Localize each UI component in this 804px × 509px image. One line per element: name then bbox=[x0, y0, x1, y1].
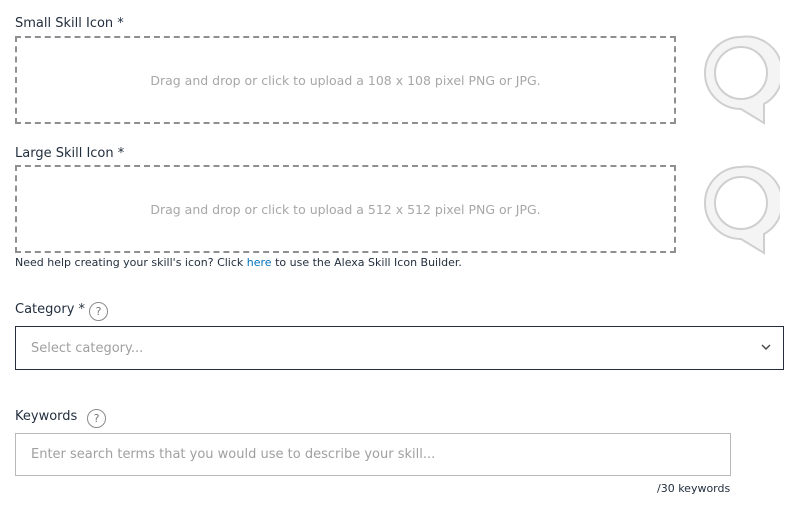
icon-builder-link[interactable]: here bbox=[247, 256, 272, 269]
category-select[interactable]: Select category... bbox=[15, 326, 784, 370]
large-icon-preview bbox=[702, 164, 780, 256]
speech-bubble-ring-icon bbox=[704, 165, 780, 255]
large-icon-dropzone[interactable]: Drag and drop or click to upload a 512 x… bbox=[15, 165, 676, 253]
icon-help-text: Need help creating your skill's icon? Cl… bbox=[15, 256, 462, 269]
small-icon-dropzone-text: Drag and drop or click to upload a 108 x… bbox=[150, 72, 541, 88]
small-icon-preview bbox=[702, 34, 780, 126]
speech-bubble-ring-icon bbox=[704, 35, 780, 125]
category-help-icon[interactable]: ? bbox=[89, 302, 108, 321]
small-skill-icon-label: Small Skill Icon * bbox=[15, 16, 124, 31]
large-icon-dropzone-text: Drag and drop or click to upload a 512 x… bbox=[150, 201, 541, 217]
category-label: Category * bbox=[15, 302, 86, 317]
category-select-placeholder: Select category... bbox=[31, 340, 144, 356]
icon-help-suffix: to use the Alexa Skill Icon Builder. bbox=[271, 256, 462, 269]
large-skill-icon-label: Large Skill Icon * bbox=[15, 146, 125, 161]
keywords-input[interactable] bbox=[15, 433, 731, 476]
icon-help-prefix: Need help creating your skill's icon? Cl… bbox=[15, 256, 247, 269]
keywords-help-icon[interactable]: ? bbox=[87, 409, 106, 428]
keywords-label: Keywords bbox=[15, 409, 78, 424]
keywords-counter: /30 keywords bbox=[657, 482, 731, 495]
chevron-down-icon bbox=[761, 344, 771, 350]
small-icon-dropzone[interactable]: Drag and drop or click to upload a 108 x… bbox=[15, 36, 676, 124]
